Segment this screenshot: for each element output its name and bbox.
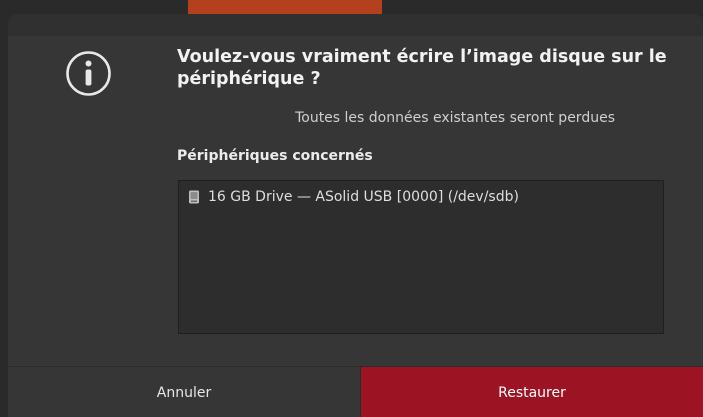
cancel-button[interactable]: Annuler [8, 367, 361, 417]
dialog-header [8, 14, 703, 36]
dialog-button-bar: Annuler Restaurer [8, 366, 703, 417]
dialog-title: Voulez-vous vraiment écrire l’image disq… [177, 47, 667, 89]
drive-icon [189, 190, 199, 204]
dialog-subtitle: Toutes les données existantes seront per… [295, 110, 615, 126]
info-icon [66, 51, 111, 96]
parent-window-strip [188, 0, 382, 14]
restore-button[interactable]: Restaurer [361, 367, 703, 417]
devices-section-label: Périphériques concernés [177, 148, 373, 164]
device-list[interactable]: 16 GB Drive — ASolid USB [0000] (/dev/sd… [178, 180, 664, 334]
confirm-restore-dialog: Voulez-vous vraiment écrire l’image disq… [8, 14, 703, 417]
device-label: 16 GB Drive — ASolid USB [0000] (/dev/sd… [208, 189, 519, 205]
list-item[interactable]: 16 GB Drive — ASolid USB [0000] (/dev/sd… [188, 189, 519, 205]
